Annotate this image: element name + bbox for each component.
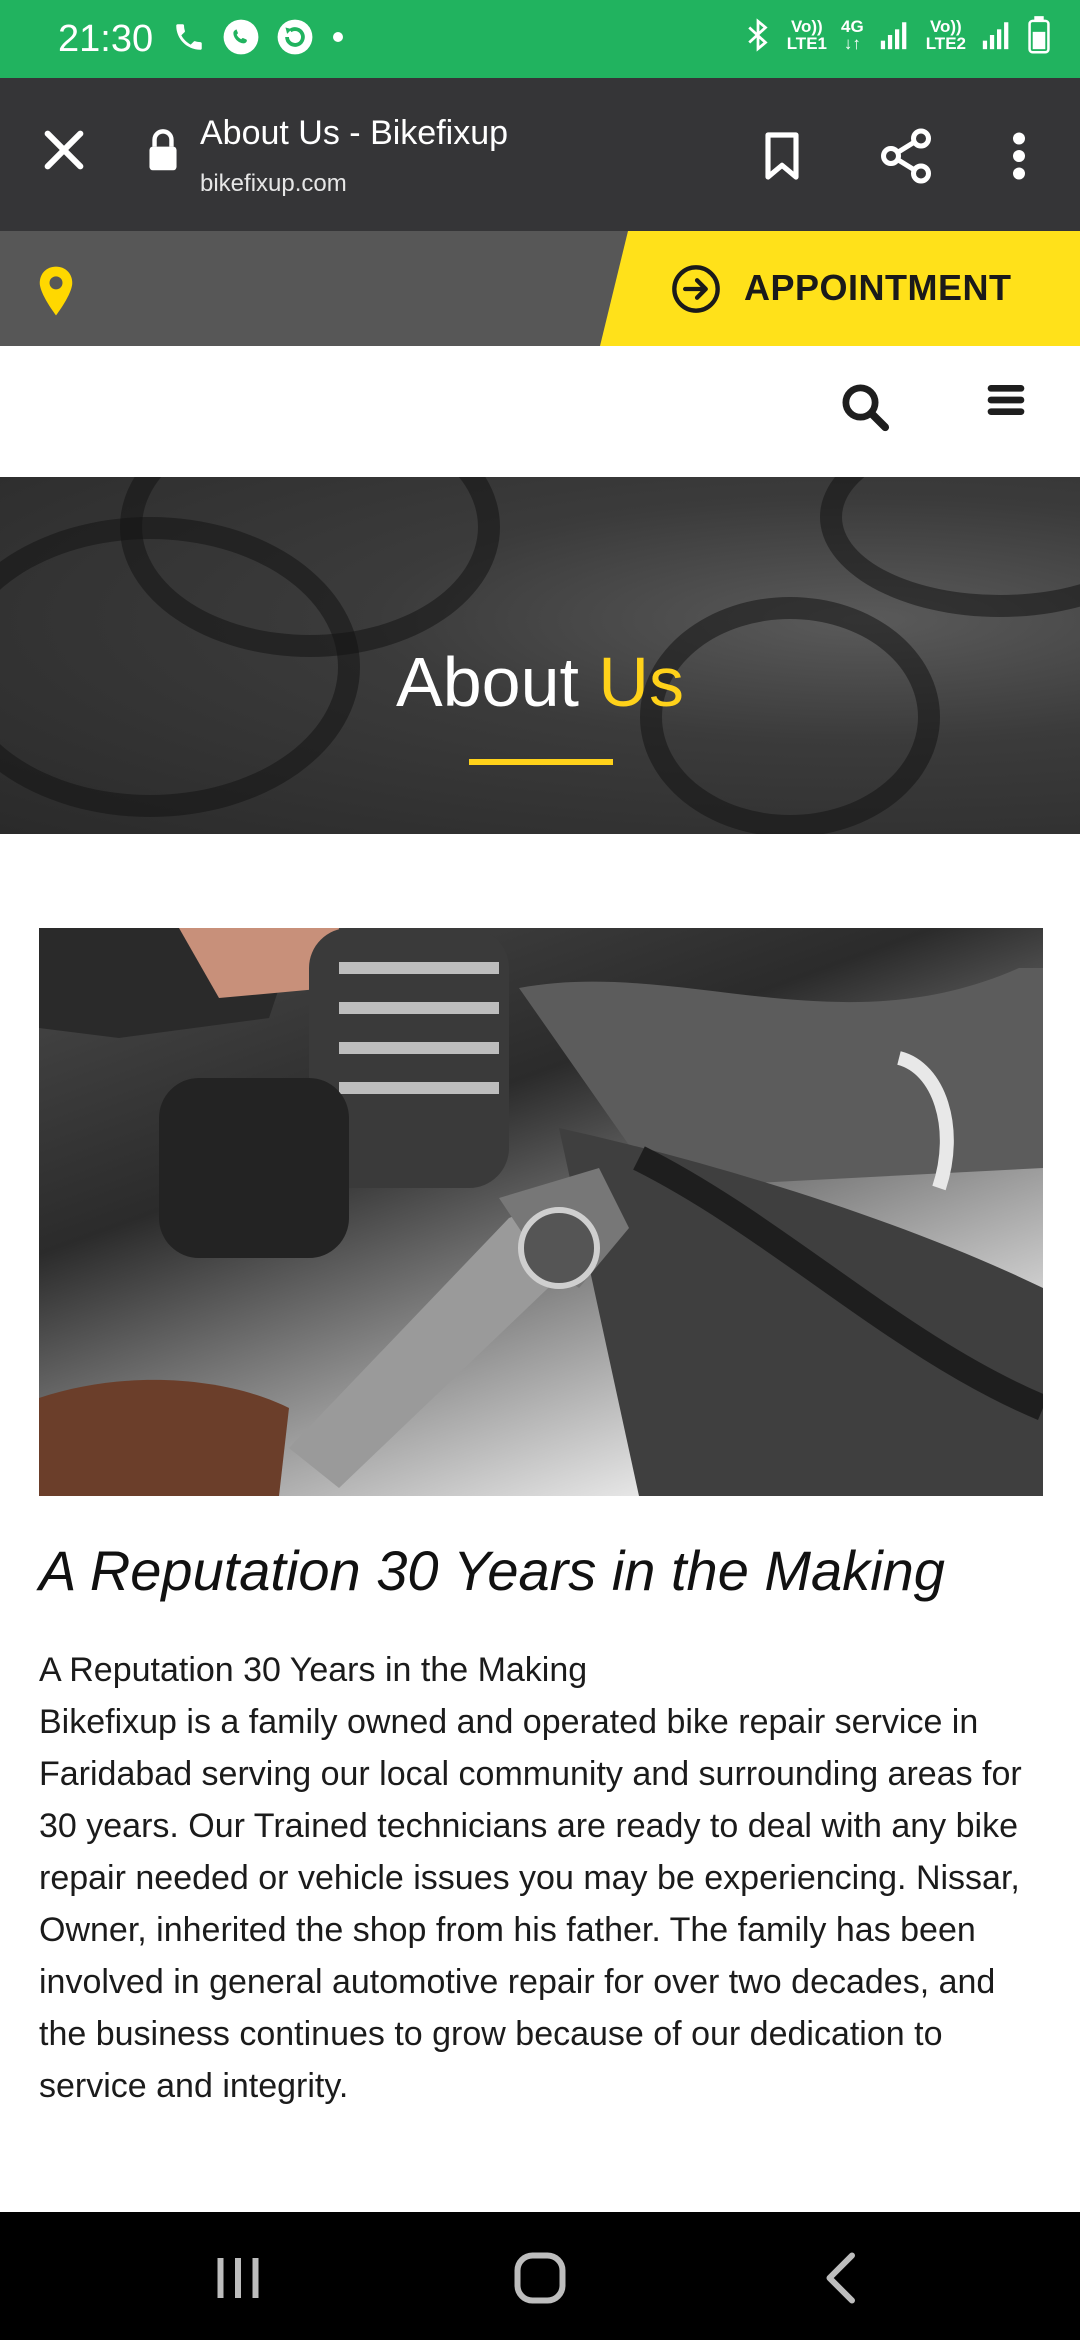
page-title[interactable]: About Us - Bikefixup <box>200 114 508 153</box>
status-time: 21:30 <box>58 18 154 60</box>
about-hero-banner: About Us <box>0 477 1080 834</box>
content-paragraph: Bikefixup is a family owned and operated… <box>39 1703 1022 2105</box>
status-bar: 21:30 Vo)) LTE1 4G ↓↑ Vo)) LTE2 <box>0 0 1080 78</box>
browser-toolbar: About Us - Bikefixup bikefixup.com <box>0 78 1080 231</box>
status-indicators: Vo)) LTE1 4G ↓↑ Vo)) LTE2 <box>743 16 1050 54</box>
recent-apps-icon[interactable] <box>208 2248 268 2308</box>
content-heading: A Reputation 30 Years in the Making <box>39 1539 945 1602</box>
content-body: A Reputation 30 Years in the Making Bike… <box>39 1644 1049 2112</box>
network-label-2: Vo)) LTE2 <box>925 17 966 53</box>
site-nav <box>0 346 1080 477</box>
bluetooth-icon <box>748 18 768 52</box>
share-icon[interactable] <box>876 126 936 186</box>
notification-icons <box>172 18 346 56</box>
whatsapp-icon <box>223 19 259 55</box>
search-icon[interactable] <box>838 380 892 434</box>
bike-repair-photo <box>39 928 1043 1496</box>
hero-title: About Us <box>0 642 1080 722</box>
hero-title-main: About <box>396 643 579 721</box>
back-icon[interactable] <box>812 2248 872 2308</box>
site-top-bar: APPOINTMENT <box>0 231 1080 346</box>
call-icon <box>176 24 202 50</box>
hero-title-accent: Us <box>598 643 684 721</box>
page-url[interactable]: bikefixup.com <box>200 170 347 198</box>
arrow-right-circle-icon <box>672 265 720 313</box>
bookmark-icon[interactable] <box>754 128 810 184</box>
home-icon[interactable] <box>510 2248 570 2308</box>
appointment-button[interactable]: APPOINTMENT <box>600 231 1080 346</box>
data-arrows-icon: ↓↑ <box>843 34 861 53</box>
signal-icon-2 <box>982 22 1009 50</box>
battery-icon <box>1028 16 1050 54</box>
signal-icon-1 <box>880 22 907 50</box>
system-navigation-bar <box>0 2212 1080 2340</box>
content-subheading: A Reputation 30 Years in the Making <box>39 1651 588 1689</box>
bike-repair-illustration <box>39 928 1043 1496</box>
appointment-label: APPOINTMENT <box>744 267 1012 308</box>
more-vertical-icon[interactable] <box>1004 126 1034 186</box>
hero-underline <box>469 759 613 765</box>
dot-icon <box>333 32 343 42</box>
network-gen-label: 4G ↓↑ <box>841 17 864 53</box>
sync-icon <box>277 19 313 55</box>
location-pin-icon[interactable] <box>36 265 76 317</box>
hamburger-menu-icon[interactable] <box>986 380 1026 420</box>
network-label-1: Vo)) LTE1 <box>786 17 827 53</box>
close-icon[interactable] <box>36 122 92 178</box>
lock-icon <box>149 129 177 171</box>
